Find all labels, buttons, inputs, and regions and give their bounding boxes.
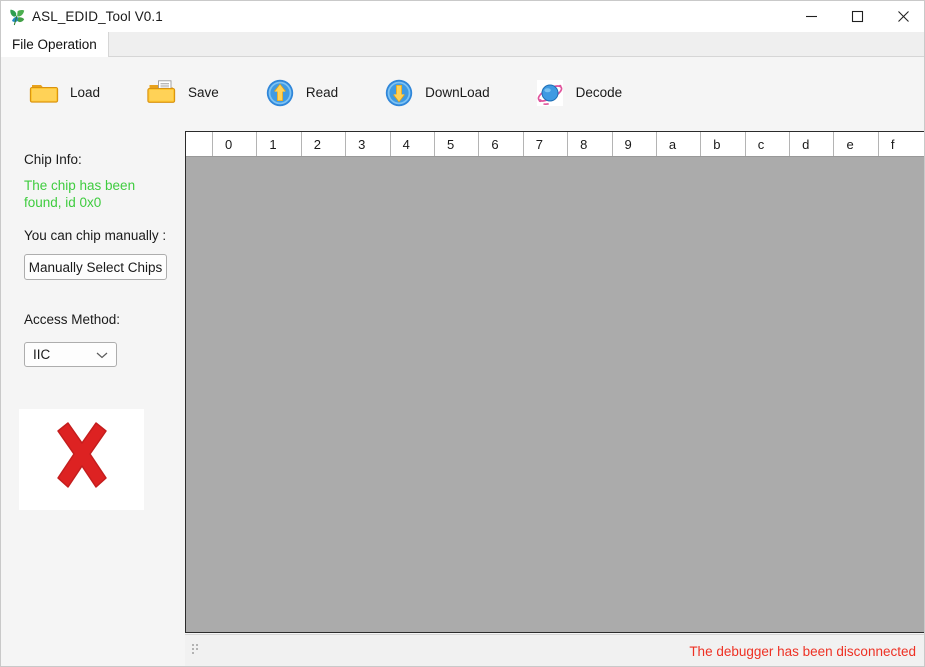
decode-button-label: Decode	[575, 85, 623, 100]
chip-info-status-text: The chip has been found, id 0x0	[24, 178, 136, 210]
access-method-label: Access Method:	[24, 312, 121, 327]
circle-arrow-down-icon	[384, 78, 414, 108]
status-bar: The debugger has been disconnected	[185, 634, 924, 666]
hex-grid-corner-cell	[186, 132, 213, 156]
tab-file-operation[interactable]: File Operation	[1, 32, 109, 57]
circle-arrow-up-icon	[265, 78, 295, 108]
hex-data-grid[interactable]: 0 1 2 3 4 5 6 7 8 9 a b c d e f	[185, 131, 924, 633]
folder-save-document-icon	[147, 78, 177, 108]
red-cross-icon	[44, 421, 120, 498]
hex-col-header-6[interactable]: 6	[479, 132, 524, 156]
title-bar: ASL_EDID_Tool V0.1	[1, 1, 924, 32]
hex-col-header-1[interactable]: 1	[257, 132, 302, 156]
maximize-icon	[851, 10, 864, 23]
leaf-icon	[8, 8, 26, 26]
hex-col-header-2[interactable]: 2	[301, 132, 347, 156]
status-image-panel	[19, 409, 144, 510]
toolbar: Load Save Read DownLoad Decode	[1, 57, 924, 128]
hex-col-header-e[interactable]: e	[834, 132, 879, 156]
folder-open-icon	[29, 78, 59, 108]
minimize-icon	[805, 10, 818, 23]
left-panel: Chip Info: The chip has been found, id 0…	[1, 128, 184, 666]
download-button-label: DownLoad	[425, 85, 490, 100]
chip-info-label: Chip Info:	[24, 152, 82, 167]
hex-grid-header-row: 0 1 2 3 4 5 6 7 8 9 a b c d e f	[186, 132, 924, 157]
read-button[interactable]: Read	[265, 73, 338, 113]
hex-col-header-b[interactable]: b	[701, 132, 746, 156]
hex-col-header-4[interactable]: 4	[390, 132, 435, 156]
window-controls	[788, 1, 924, 32]
chip-manual-label: You can chip manually :	[24, 228, 167, 243]
maximize-button[interactable]	[834, 1, 880, 32]
hex-col-header-f[interactable]: f	[878, 132, 924, 156]
status-message-text: The debugger has been disconnected	[689, 643, 916, 659]
decode-button[interactable]: Decode	[535, 73, 623, 113]
planet-icon	[535, 78, 565, 108]
hex-col-header-c[interactable]: c	[745, 132, 791, 156]
download-button[interactable]: DownLoad	[384, 73, 490, 113]
hex-col-header-9[interactable]: 9	[612, 132, 657, 156]
manually-select-chips-label: Manually Select Chips	[28, 259, 163, 275]
close-button[interactable]	[880, 1, 924, 32]
hex-col-header-a[interactable]: a	[656, 132, 702, 156]
hex-col-header-d[interactable]: d	[790, 132, 835, 156]
access-method-select[interactable]: IIC	[24, 342, 117, 367]
hex-col-header-8[interactable]: 8	[568, 132, 613, 156]
tab-strip: File Operation	[1, 32, 924, 57]
application-window: ASL_EDID_Tool V0.1 File Operation Load S…	[0, 0, 925, 667]
hex-col-header-0[interactable]: 0	[213, 132, 258, 156]
tab-file-operation-label: File Operation	[12, 37, 97, 52]
close-icon	[897, 10, 910, 23]
save-button[interactable]: Save	[147, 73, 219, 113]
save-button-label: Save	[188, 85, 219, 100]
load-button[interactable]: Load	[29, 73, 100, 113]
manually-select-chips-button[interactable]: Manually Select Chips	[24, 254, 167, 280]
access-method-selected-value: IIC	[33, 347, 51, 362]
read-button-label: Read	[305, 85, 339, 100]
hex-grid-body[interactable]	[186, 157, 924, 632]
minimize-button[interactable]	[788, 1, 834, 32]
window-title: ASL_EDID_Tool V0.1	[32, 9, 163, 24]
hex-col-header-3[interactable]: 3	[346, 132, 391, 156]
resize-grip-icon	[191, 642, 203, 660]
hex-col-header-5[interactable]: 5	[434, 132, 480, 156]
hex-col-header-7[interactable]: 7	[523, 132, 569, 156]
chevron-down-icon	[96, 346, 108, 364]
load-button-label: Load	[70, 85, 101, 100]
